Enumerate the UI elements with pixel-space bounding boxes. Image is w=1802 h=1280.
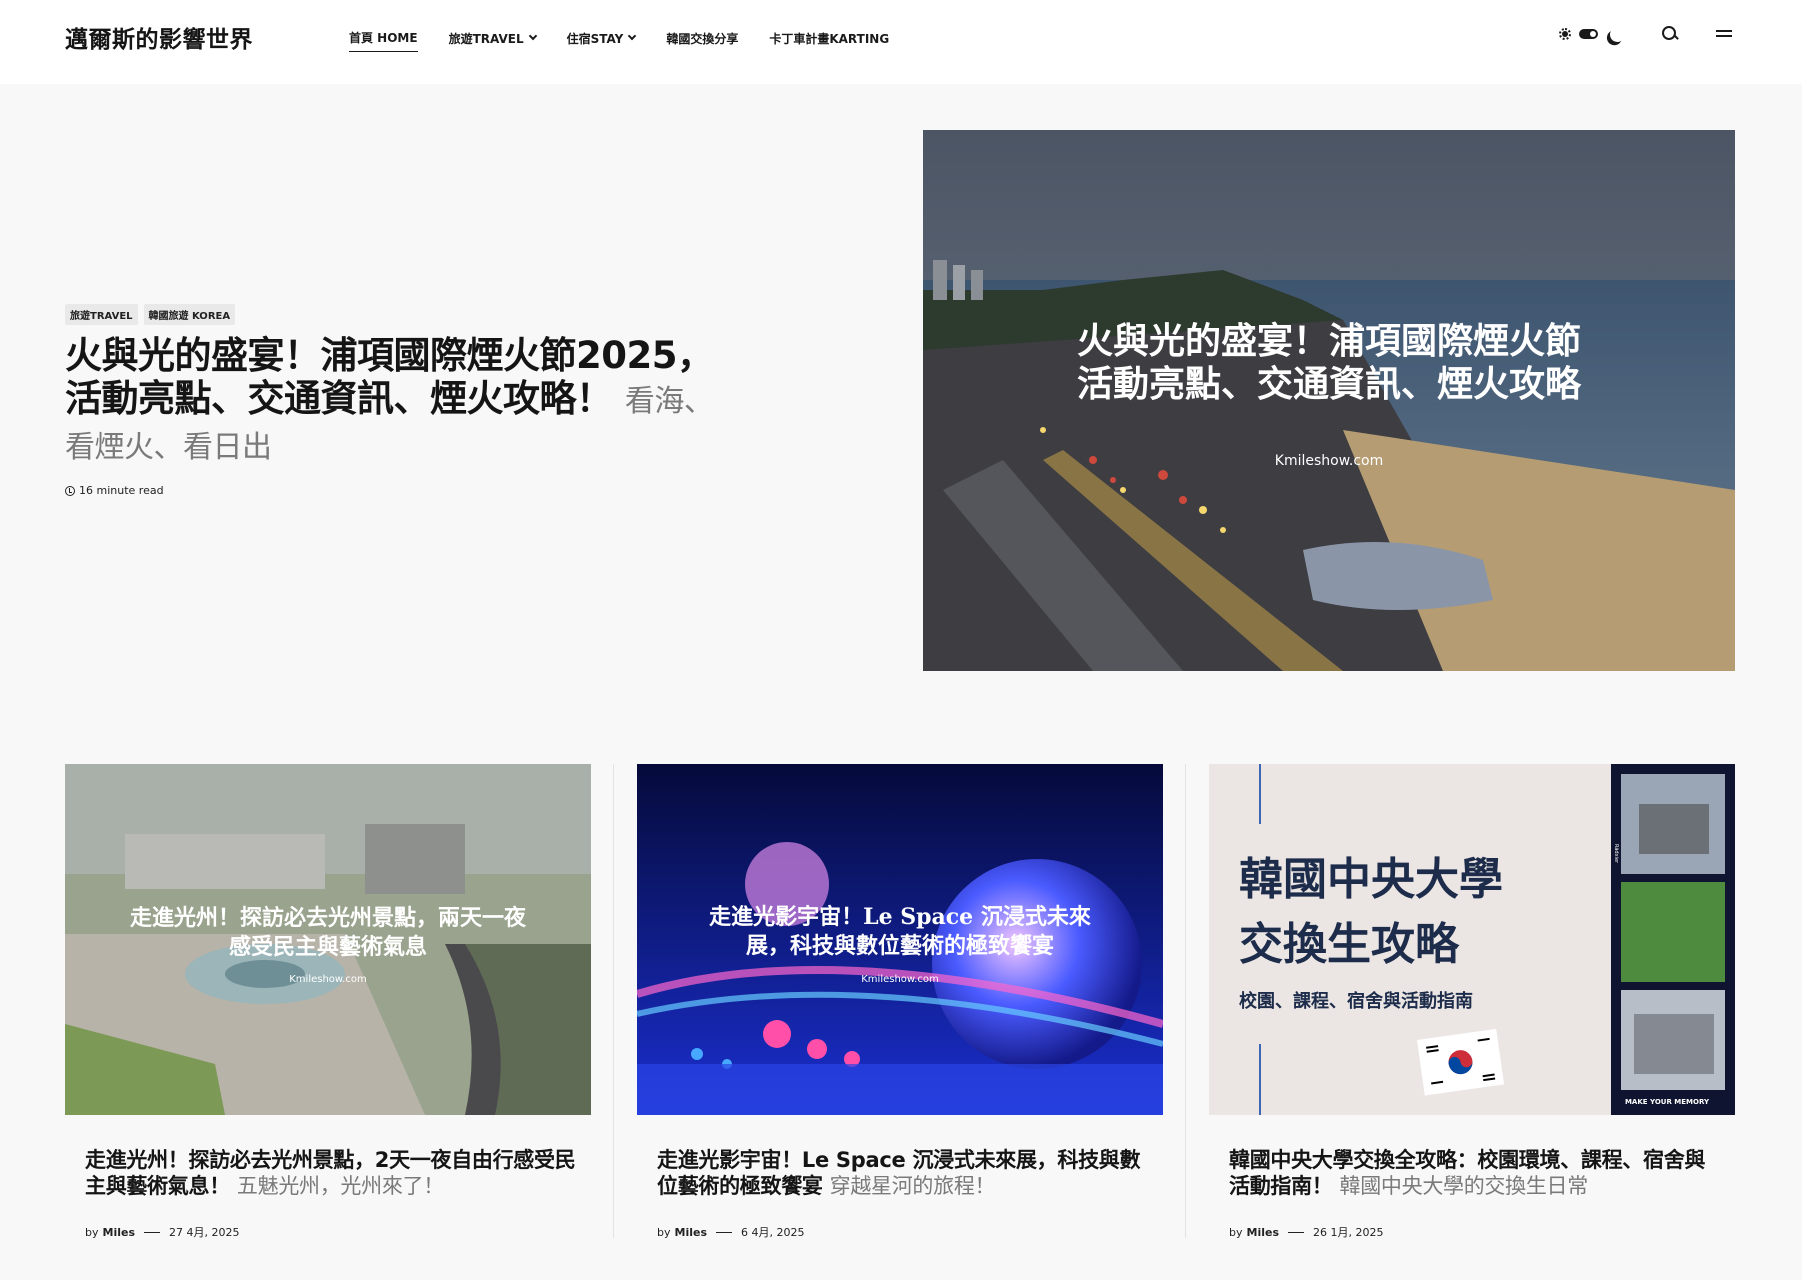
hero-image-overlay-line2: 活動亮點、交通資訊、煙火攻略 bbox=[1077, 363, 1582, 405]
nav-item-stay[interactable]: 住宿STAY bbox=[566, 29, 637, 52]
column-divider bbox=[613, 764, 614, 1238]
post-title[interactable]: 韓國中央大學交換全攻略：校園環境、課程、宿舍與活動指南！ 韓國中央大學的交換生日… bbox=[1229, 1147, 1724, 1199]
post-thumbnail[interactable]: 韓國中央大學 交換生攻略 校園、課程、宿舍與活動指南 MAKE YOUR MEM… bbox=[1209, 764, 1735, 1115]
korea-flag-icon bbox=[1417, 1028, 1505, 1096]
post-image-side-small: Rädxier bbox=[1613, 844, 1619, 864]
read-time: 16 minute read bbox=[65, 484, 164, 497]
nav-item-label: 住宿STAY bbox=[566, 31, 624, 46]
post-date: 6 4月, 2025 bbox=[741, 1226, 805, 1239]
meta-separator bbox=[144, 1231, 160, 1233]
post-image-overlay-line2: 感受民主與藝術氣息 bbox=[229, 934, 427, 960]
post-date: 27 4月, 2025 bbox=[169, 1226, 240, 1239]
sun-icon[interactable] bbox=[1558, 27, 1572, 41]
nav-item-label: 韓國交換分享 bbox=[666, 31, 739, 46]
post-author[interactable]: Miles bbox=[675, 1226, 708, 1239]
post-subtitle: 五魅光州，光州來了！ bbox=[236, 1174, 444, 1198]
nav-item-label: 旅遊TRAVEL bbox=[448, 31, 524, 46]
menu-icon[interactable] bbox=[1716, 29, 1732, 39]
post-image-side-label: MAKE YOUR MEMORY bbox=[1625, 1098, 1710, 1106]
moon-icon[interactable] bbox=[1608, 24, 1627, 43]
meta-separator bbox=[1288, 1231, 1304, 1233]
hero-image[interactable]: 火與光的盛宴！浦項國際煙火節 活動亮點、交通資訊、煙火攻略 Kmileshow.… bbox=[923, 130, 1735, 671]
post-photo: 走進光影宇宙！Le Space 沉浸式未來 展，科技與數位藝術的極致饗宴 Kmi… bbox=[637, 764, 1163, 1115]
post-image-watermark: Kmileshow.com bbox=[861, 974, 938, 985]
nav-item-label: 卡丁車計畫KARTING bbox=[769, 31, 890, 46]
post-title[interactable]: 走進光州！探訪必去光州景點，2天一夜自由行感受民主與藝術氣息！ 五魅光州，光州來… bbox=[85, 1147, 580, 1199]
post-image-caption: 校園、課程、宿舍與活動指南 bbox=[1239, 990, 1473, 1012]
hero-title-main: 火與光的盛宴！浦項國際煙火節2025，活動亮點、交通資訊、煙火攻略！ bbox=[65, 334, 714, 420]
post-image-heading-line2: 交換生攻略 bbox=[1239, 919, 1460, 970]
column-divider bbox=[1185, 764, 1186, 1238]
post-image-overlay-line1: 走進光影宇宙！Le Space 沉浸式未來 bbox=[709, 904, 1091, 930]
site-title[interactable]: 邁爾斯的影響世界 bbox=[65, 20, 253, 54]
post-date: 26 1月, 2025 bbox=[1313, 1226, 1384, 1239]
header-tools bbox=[1558, 26, 1732, 42]
site-header: 邁爾斯的影響世界 首頁 HOME 旅遊TRAVEL 住宿STAY 韓國交換分享 … bbox=[0, 0, 1802, 84]
post-title[interactable]: 走進光影宇宙！Le Space 沉浸式未來展，科技與數位藝術的極致饗宴 穿越星河… bbox=[657, 1147, 1152, 1199]
post-image-heading-line1: 韓國中央大學 bbox=[1239, 854, 1503, 905]
post-photo: 走進光州！探訪必去光州景點，兩天一夜 感受民主與藝術氣息 Kmileshow.c… bbox=[65, 764, 591, 1115]
nav-item-karting[interactable]: 卡丁車計畫KARTING bbox=[769, 29, 889, 52]
meta-separator bbox=[716, 1231, 732, 1233]
post-author[interactable]: Miles bbox=[103, 1226, 136, 1239]
post-image-overlay-line2: 展，科技與數位藝術的極致饗宴 bbox=[746, 933, 1054, 959]
clock-icon bbox=[65, 485, 75, 496]
hero-image-watermark: Kmileshow.com bbox=[1275, 453, 1383, 469]
post-author[interactable]: Miles bbox=[1247, 1226, 1280, 1239]
nav-item-label: 首頁 HOME bbox=[349, 31, 418, 45]
post-subtitle: 韓國中央大學的交換生日常 bbox=[1339, 1174, 1589, 1198]
nav-item-home[interactable]: 首頁 HOME bbox=[349, 29, 418, 52]
post-meta: by Miles 26 1月, 2025 bbox=[1229, 1224, 1383, 1240]
main-nav: 首頁 HOME 旅遊TRAVEL 住宿STAY 韓國交換分享 卡丁車計畫KART… bbox=[349, 29, 920, 52]
post-card[interactable]: 走進光州！探訪必去光州景點，兩天一夜 感受民主與藝術氣息 Kmileshow.c… bbox=[65, 764, 591, 1239]
category-tag[interactable]: 旅遊TRAVEL bbox=[65, 304, 138, 325]
post-thumbnail[interactable]: 走進光州！探訪必去光州景點，兩天一夜 感受民主與藝術氣息 Kmileshow.c… bbox=[65, 764, 591, 1115]
hero-image-overlay-line1: 火與光的盛宴！浦項國際煙火節 bbox=[1077, 320, 1581, 362]
post-card[interactable]: 走進光影宇宙！Le Space 沉浸式未來 展，科技與數位藝術的極致饗宴 Kmi… bbox=[637, 764, 1163, 1239]
post-meta: by Miles 27 4月, 2025 bbox=[85, 1224, 239, 1240]
search-icon[interactable] bbox=[1662, 26, 1678, 42]
hero-tags: 旅遊TRAVEL 韓國旅遊 KOREA bbox=[65, 304, 236, 325]
post-meta: by Miles 6 4月, 2025 bbox=[657, 1224, 804, 1240]
nav-item-korea-exchange[interactable]: 韓國交換分享 bbox=[666, 29, 738, 52]
hero-photo: 火與光的盛宴！浦項國際煙火節 活動亮點、交通資訊、煙火攻略 Kmileshow.… bbox=[923, 130, 1735, 671]
post-image-watermark: Kmileshow.com bbox=[289, 974, 366, 985]
post-card[interactable]: 韓國中央大學 交換生攻略 校園、課程、宿舍與活動指南 MAKE YOUR MEM… bbox=[1209, 764, 1735, 1239]
post-subtitle: 穿越星河的旅程！ bbox=[829, 1174, 996, 1198]
read-time-text: 16 minute read bbox=[79, 484, 164, 497]
author-prefix: by bbox=[1229, 1225, 1243, 1239]
author-prefix: by bbox=[657, 1225, 671, 1239]
nav-item-travel[interactable]: 旅遊TRAVEL bbox=[448, 29, 537, 52]
post-image-overlay-line1: 走進光州！探訪必去光州景點，兩天一夜 bbox=[130, 905, 527, 931]
chevron-down-icon bbox=[528, 31, 537, 41]
hero-title[interactable]: 火與光的盛宴！浦項國際煙火節2025，活動亮點、交通資訊、煙火攻略！ 看海、看煙… bbox=[65, 334, 735, 469]
author-prefix: by bbox=[85, 1225, 99, 1239]
theme-toggle[interactable] bbox=[1579, 29, 1598, 39]
chevron-down-icon bbox=[628, 31, 637, 41]
post-thumbnail[interactable]: 走進光影宇宙！Le Space 沉浸式未來 展，科技與數位藝術的極致饗宴 Kmi… bbox=[637, 764, 1163, 1115]
category-tag[interactable]: 韓國旅遊 KOREA bbox=[143, 304, 236, 325]
post-graphic: 韓國中央大學 交換生攻略 校園、課程、宿舍與活動指南 MAKE YOUR MEM… bbox=[1209, 764, 1735, 1115]
